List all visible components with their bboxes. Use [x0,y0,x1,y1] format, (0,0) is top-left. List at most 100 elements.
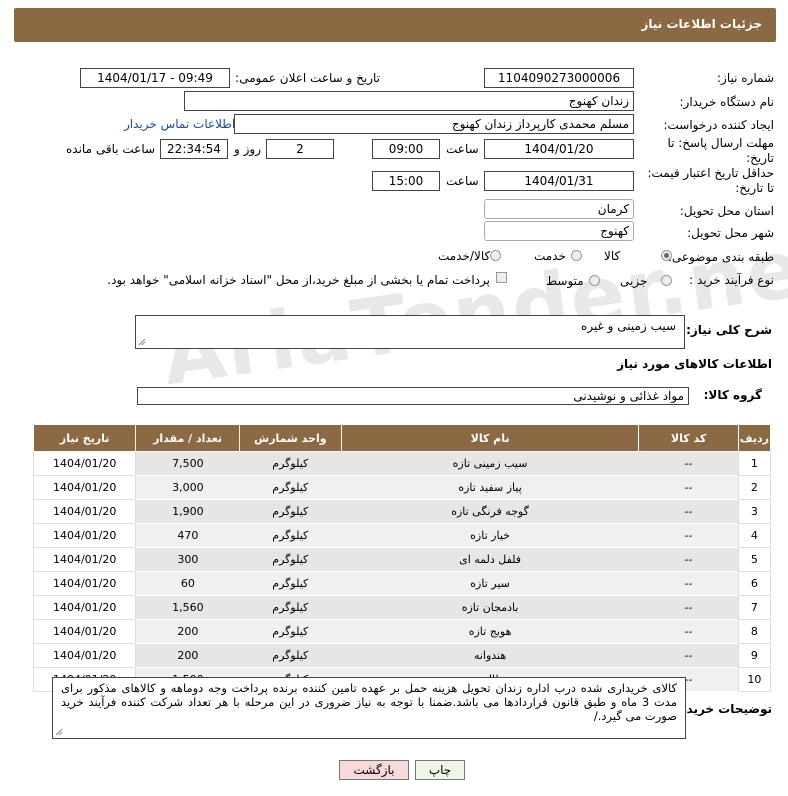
item-unit: کیلوگرم [239,523,342,548]
item-unit: کیلوگرم [239,451,342,476]
province-label: استان محل تحویل: [679,204,774,218]
item-name: پیاز سفید تازه [341,475,639,500]
item-code: -- [638,595,739,620]
row-number: 8 [737,619,772,644]
row-number: 7 [737,595,772,620]
announce-label: تاریخ و ساعت اعلان عمومی: [235,71,380,85]
city-label: شهر محل تحویل: [687,226,774,240]
city-field: کهنوج [484,221,634,241]
price-time-field: 15:00 [372,171,440,191]
treasury-payment-note: پرداخت تمام یا بخشی از مبلغ خرید،از محل … [107,273,490,287]
process-label: نوع فرآیند خرید : [689,273,774,287]
col-date: تاریخ نیاز [32,424,137,452]
item-date: 1404/01/20 [32,523,137,548]
item-date: 1404/01/20 [32,619,137,644]
item-unit: کیلوگرم [239,547,342,572]
goods-group-field: مواد غذائی و نوشیدنی [137,387,689,405]
item-unit: کیلوگرم [239,571,342,596]
reply-deadline-label: مهلت ارسال پاسخ: تا تاریخ: [667,136,774,165]
print-button[interactable]: چاپ [415,760,465,780]
table-row: 2 -- پیاز سفید تازه کیلوگرم 3,000 1404/01/20 [32,475,772,500]
reply-time-label: ساعت [446,142,479,156]
need-number-label: شماره نیاز: [717,71,774,85]
row-number: 6 [737,571,772,596]
buyer-org-field: زندان کهنوج [184,91,634,111]
category-radio-both[interactable] [490,250,501,261]
items-table: ردیف کد کالا نام کالا واحد شمارش تعداد /… [32,424,772,692]
item-date: 1404/01/20 [32,571,137,596]
table-row: 8 -- هویج تازه کیلوگرم 200 1404/01/20 [32,619,772,644]
back-button[interactable]: بازگشت [339,760,409,780]
item-qty: 1,900 [135,499,240,524]
remaining-time-field: 22:34:54 [160,139,228,159]
item-code: -- [638,547,739,572]
item-qty: 7,500 [135,451,240,476]
creator-label: ایجاد کننده درخواست: [663,118,774,132]
item-unit: کیلوگرم [239,643,342,668]
buyer-notes-field[interactable]: کالای خریداری شده درب اداره زندان تحویل … [52,677,686,739]
item-qty: 60 [135,571,240,596]
row-number: 3 [737,499,772,524]
item-name: بادمجان تازه [341,595,639,620]
price-date-field: 1404/01/31 [484,171,634,191]
col-unit: واحد شمارش [238,424,342,452]
goods-section-title: اطلاعات کالاهای مورد نیاز [617,357,772,371]
treasury-payment-checkbox[interactable] [496,272,507,283]
item-code: -- [638,643,739,668]
row-number: 1 [737,451,772,476]
price-validity-label: حداقل تاریخ اعتبار قیمت: تا تاریخ: [647,166,774,195]
process-option-minor: جزیی [620,274,648,288]
item-code: -- [638,499,739,524]
need-number-field: 1104090273000006 [484,68,634,88]
item-code: -- [638,475,739,500]
col-qty: تعداد / مقدار [135,424,240,452]
item-name: سیر تازه [341,571,639,596]
days-label: روز و [234,142,261,156]
process-radio-medium[interactable] [589,275,600,286]
item-qty: 200 [135,643,240,668]
item-unit: کیلوگرم [239,475,342,500]
page-title: جزئیات اطلاعات نیاز [641,17,762,31]
description-label: شرح کلی نیاز: [686,323,772,337]
row-number: 10 [737,667,772,692]
row-number: 5 [737,547,772,572]
item-name: گوجه فرنگی تازه [341,499,639,524]
buyer-org-label: نام دستگاه خریدار: [679,95,775,109]
item-qty: 470 [135,523,240,548]
category-option-goods: کالا [604,249,621,263]
item-name: هندوانه [341,643,639,668]
reply-time-field: 09:00 [372,139,440,159]
item-name: هویج تازه [341,619,639,644]
items-table-header: ردیف کد کالا نام کالا واحد شمارش تعداد /… [32,424,772,452]
item-unit: کیلوگرم [239,619,342,644]
item-date: 1404/01/20 [32,451,137,476]
item-unit: کیلوگرم [239,595,342,620]
item-date: 1404/01/20 [32,499,137,524]
col-name: نام کالا [340,424,640,452]
process-radio-minor[interactable] [661,275,672,286]
table-row: 7 -- بادمجان تازه کیلوگرم 1,560 1404/01/20 [32,595,772,620]
category-radio-goods[interactable] [661,250,672,261]
buyer-notes-value: کالای خریداری شده درب اداره زندان تحویل … [61,681,677,723]
item-code: -- [638,523,739,548]
item-code: -- [638,571,739,596]
description-value: سیب زمینی و غیره [581,319,676,333]
buyer-contact-link[interactable]: اطلاعات تماس خریدار [124,117,235,131]
col-row: ردیف [737,424,772,452]
watermark: AriaTender.neT [156,213,788,404]
category-option-both: کالا/خدمت [438,249,491,263]
process-option-medium: متوسط [546,274,584,288]
description-field[interactable]: سیب زمینی و غیره [135,315,685,349]
resize-grip-icon[interactable] [55,728,63,736]
category-radio-service[interactable] [571,250,582,261]
item-name: خیار تازه [341,523,639,548]
goods-group-label: گروه کالا: [703,388,762,402]
resize-grip-icon[interactable] [138,338,146,346]
item-code: -- [638,451,739,476]
item-date: 1404/01/20 [32,475,137,500]
item-code: -- [638,619,739,644]
table-row: 5 -- فلفل دلمه ای کیلوگرم 300 1404/01/20 [32,547,772,572]
creator-field: مسلم محمدی کارپرداز زندان کهنوج [234,114,634,134]
days-field: 2 [266,139,334,159]
item-unit: کیلوگرم [239,499,342,524]
